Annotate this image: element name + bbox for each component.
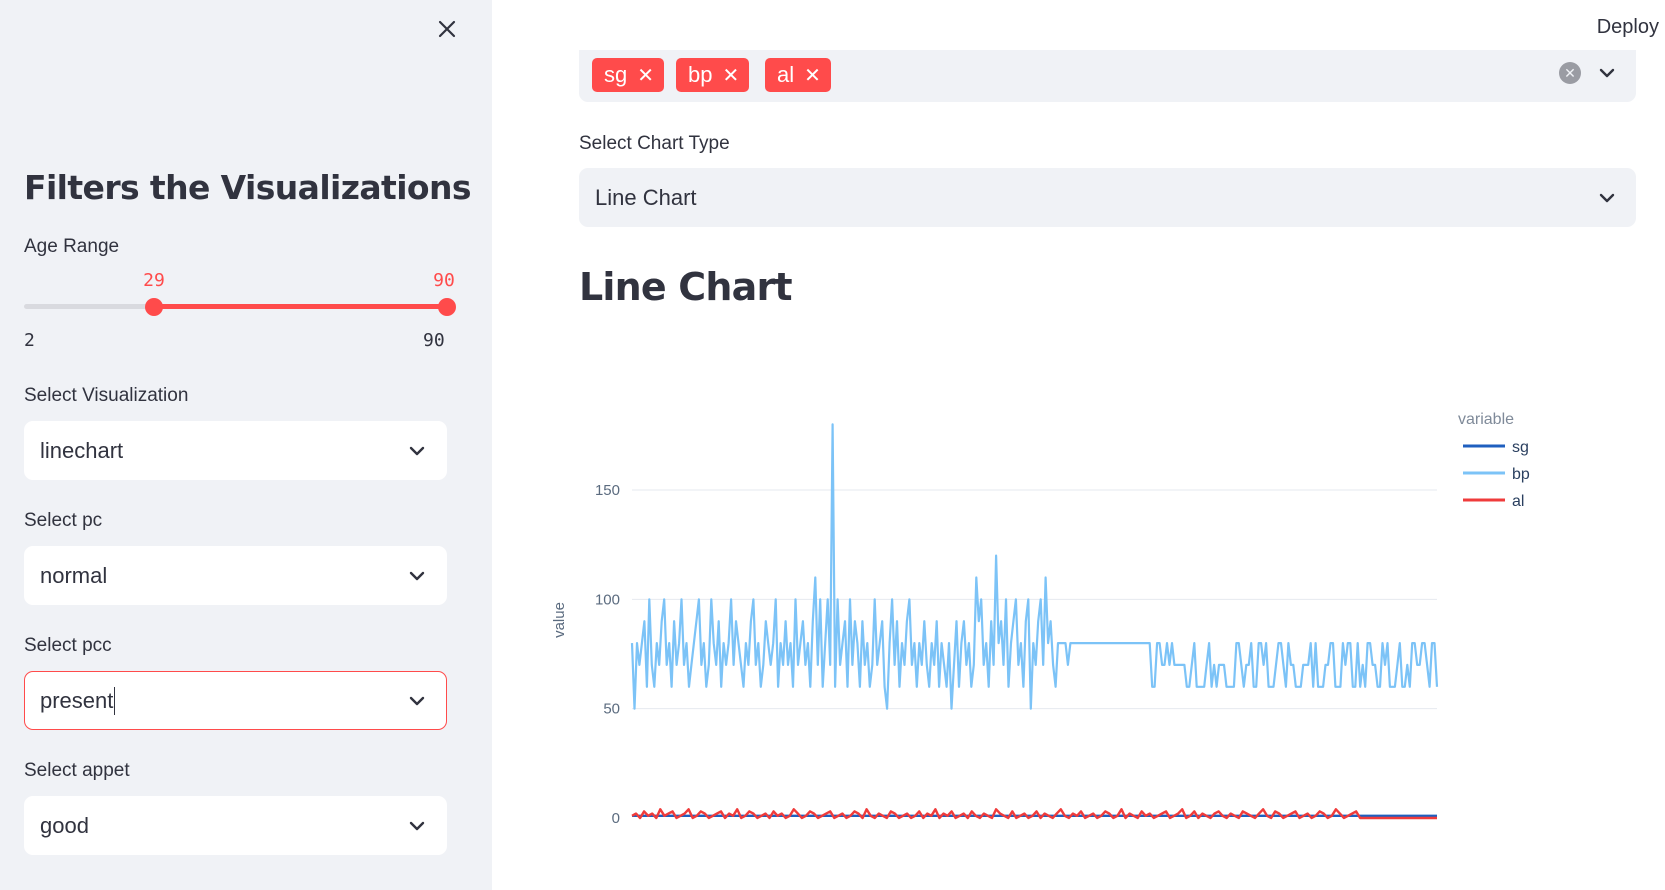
chevron-down-icon [409,571,425,580]
age-range-min-label: 2 [24,330,35,351]
legend-label-al: al [1512,493,1524,510]
sidebar: Filters the Visualizations Age Range 29 … [0,0,492,890]
y-tick-label: 150 [595,482,620,499]
series-line-bp [630,423,1439,710]
select-pcc-dropdown[interactable]: present [24,671,447,730]
age-range-slider-fill [153,304,447,309]
age-range-max-label: 90 [423,330,445,351]
select-appet-label: Select appet [24,760,130,781]
app-root: Filters the Visualizations Age Range 29 … [0,0,1665,890]
legend-label-bp: bp [1512,466,1530,483]
select-pcc-label: Select pcc [24,635,112,656]
select-pc-label: Select pc [24,510,103,531]
age-range-slider[interactable] [24,298,456,316]
select-pcc-value: present [40,687,114,713]
line-chart[interactable]: 0 50 100 150 value variable sg bp al [492,0,1665,890]
y-axis-label: value [551,602,568,638]
main-content: Deploy sg ✕ bp ✕ al ✕ ✕ Select Chart Type L… [492,0,1665,890]
close-sidebar-button[interactable] [432,14,462,44]
chevron-down-icon [409,696,425,705]
select-pc-dropdown[interactable]: normal [24,546,447,605]
age-range-low-value: 29 [143,270,165,291]
legend-title: variable [1458,411,1514,428]
age-range-low-thumb[interactable] [144,298,163,316]
sidebar-title: Filters the Visualizations [24,168,472,207]
y-tick-label: 50 [603,701,620,718]
select-visualization-dropdown[interactable]: linechart [24,421,447,480]
age-range-high-thumb[interactable] [438,298,456,316]
legend-label-sg: sg [1512,439,1529,456]
chevron-down-icon [409,446,425,455]
select-visualization-label: Select Visualization [24,385,189,406]
select-appet-value: good [40,812,89,838]
y-tick-label: 100 [595,591,620,608]
select-pc-value: normal [40,562,108,588]
close-icon [438,20,456,38]
y-tick-label: 0 [612,810,620,827]
age-range-high-value: 90 [433,270,455,291]
chevron-down-icon [409,821,425,830]
select-visualization-value: linechart [40,437,124,463]
text-caret [114,686,116,715]
select-appet-dropdown[interactable]: good [24,796,447,855]
age-range-label: Age Range [24,236,120,257]
